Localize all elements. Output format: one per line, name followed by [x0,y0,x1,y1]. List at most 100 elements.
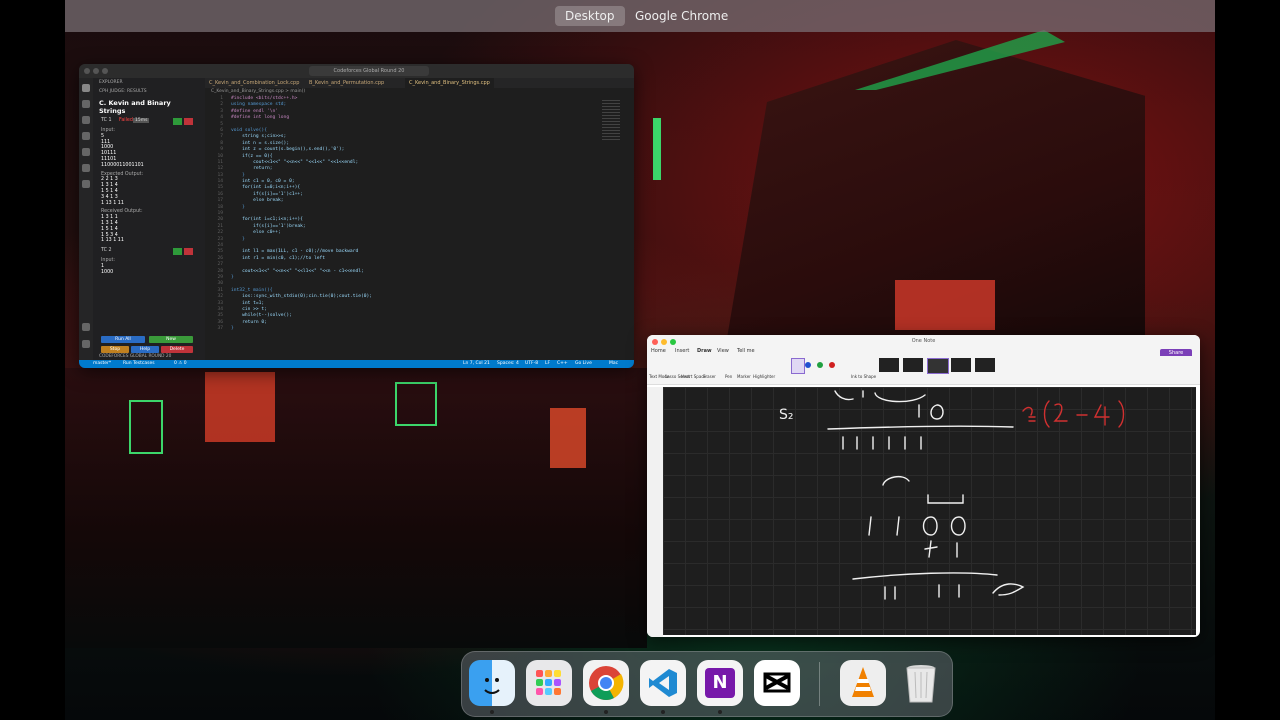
code-text: while(t--)solve(); [231,313,292,319]
close-dot[interactable] [652,339,658,345]
code-text: return 0; [231,319,267,325]
search-icon[interactable] [82,100,90,108]
breadcrumb[interactable]: C_Kevin_and_Binary_Strings.cpp > main() [205,88,634,96]
pen-style-5[interactable] [975,358,995,372]
tab-binary-strings[interactable]: C_Kevin_and_Binary_Strings.cpp [405,78,494,88]
status-spaces[interactable]: Spaces: 4 [497,360,519,368]
vscode-command-center[interactable]: Codeforces Global Round 20 [309,66,429,76]
pen-style-2[interactable] [903,358,923,372]
run-all-button[interactable]: Run All [101,336,145,343]
input2-block[interactable]: 1 1000 [93,264,205,276]
capcut-logo [763,672,791,693]
desktop: Desktop Google Chrome Codeforces Global … [65,0,1215,720]
vscode-window: Codeforces Global Round 20 EXPLORER CPH … [79,64,634,368]
remote-icon[interactable] [82,180,90,188]
code-text: ios::sync_with_stdio(0);cin.tie(0);cout.… [231,294,373,300]
run-debug-icon[interactable] [82,132,90,140]
drawing-canvas[interactable]: S₂ [663,387,1196,635]
pen-style-3[interactable] [927,358,949,374]
input-block[interactable]: 5 111 1000 10111 11101 11000011001101 [93,134,205,169]
chrome-icon[interactable] [583,660,629,706]
trash-can [906,665,936,703]
cph-sidebar: EXPLORER CPH JUDGE: RESULTS C. Kevin and… [93,78,205,360]
cph-section-title[interactable]: CPH JUDGE: RESULTS [93,87,205,96]
status-language[interactable]: C++ [557,360,568,368]
tool-ink-to-shape[interactable]: Ink to Shape [851,374,876,379]
status-encoding[interactable]: UTF-8 [525,360,538,368]
status-errors[interactable]: 0 ⚠ 0 [174,360,187,368]
vlc-icon[interactable] [840,660,886,706]
tab-permutation[interactable]: B_Kevin_and_Permutation.cpp [305,78,388,88]
cph-icon[interactable] [82,164,90,172]
green-pen-color[interactable] [817,362,823,368]
minimize-dot[interactable] [93,68,99,74]
maximize-dot[interactable] [670,339,676,345]
status-position[interactable]: Ln 7, Col 21 [463,360,490,368]
status-run-testcases[interactable]: Run Testcases [123,360,155,368]
codeforces-section[interactable]: CODEFORCES GLOBAL ROUND 20 [99,354,171,359]
run-tc2-button[interactable] [173,248,182,256]
explorer-icon[interactable] [82,84,90,92]
finder-running-dot [490,710,494,714]
pen-style-4[interactable] [951,358,971,372]
minimize-dot[interactable] [661,339,667,345]
account-icon[interactable] [82,323,90,331]
finder-icon[interactable] [469,660,515,706]
blue-pen-color[interactable] [805,362,811,368]
menu-tell-me[interactable]: Tell me [737,348,755,354]
code-text: int32_t main(){ [231,287,273,293]
menu-insert[interactable]: Insert [675,348,689,354]
menu-draw[interactable]: Draw [697,348,712,354]
code-text: else c0++; [231,230,281,236]
sidebar-header: EXPLORER [99,80,123,85]
run-tc1-button[interactable] [173,118,182,125]
delete-tc1-button[interactable] [184,118,193,125]
dock-separator [819,662,820,706]
vscode-titlebar: Codeforces Global Round 20 [79,64,634,78]
code-lines[interactable]: 1 #include <bits/stdc++.h> 2 using namespac… [205,96,634,332]
stop-button[interactable]: Stop [101,346,129,353]
menu-view[interactable]: View [717,348,729,354]
menu-desktop[interactable]: Desktop [555,6,625,26]
extensions-icon[interactable] [82,148,90,156]
code-line[interactable]: 37} [205,326,634,332]
red-pen-color[interactable] [829,362,835,368]
tool-eraser[interactable]: Eraser [703,374,716,379]
tool-highlighter[interactable]: Highlighter [753,374,775,379]
pen-style-1[interactable] [879,358,899,372]
launchpad-grid [536,670,561,695]
minimap[interactable] [602,100,620,140]
trash-icon[interactable] [898,660,944,706]
vscode-icon[interactable] [640,660,686,706]
menu-home[interactable]: Home [651,348,666,354]
maximize-dot[interactable] [102,68,108,74]
launchpad-icon[interactable] [526,660,572,706]
tab-combination-lock[interactable]: C_Kevin_and_Combination_Lock.cpp [205,78,303,88]
code-text: } [231,274,234,280]
status-eol[interactable]: LF [545,360,550,368]
onenote-menu: Home Insert Draw View Tell me Share [647,347,1200,358]
onenote-icon[interactable]: N [697,660,743,706]
status-branch[interactable]: master* [93,360,111,368]
code-editor[interactable]: C_Kevin_and_Combination_Lock.cpp B_Kevin… [205,78,634,360]
source-control-icon[interactable] [82,116,90,124]
menu-google-chrome[interactable]: Google Chrome [625,6,738,26]
tool-marker[interactable]: Marker [737,374,751,379]
capcut-icon[interactable] [754,660,800,706]
tool-pen[interactable]: Pen [725,374,732,379]
tc1-row[interactable]: TC 1 Failed 15ms [93,118,205,128]
pen-selected[interactable] [791,358,805,374]
status-go-live[interactable]: Go Live [575,360,592,368]
draw-ribbon: Text Mode Lasso Select Insert Space Eras… [647,356,1200,385]
delete-button[interactable]: Delete [161,346,193,353]
settings-gear-icon[interactable] [82,340,90,348]
code-text: string s;cin>>s; [231,134,287,140]
new-button[interactable]: New [149,336,193,343]
tc2-row[interactable]: TC 2 [93,248,205,258]
code-text: } [231,236,245,242]
code-text: #define int long long [231,115,290,121]
delete-tc2-button[interactable] [184,248,193,256]
help-button[interactable]: Help [131,346,159,353]
onenote-window: One Note Home Insert Draw View Tell me S… [647,335,1200,637]
close-dot[interactable] [84,68,90,74]
